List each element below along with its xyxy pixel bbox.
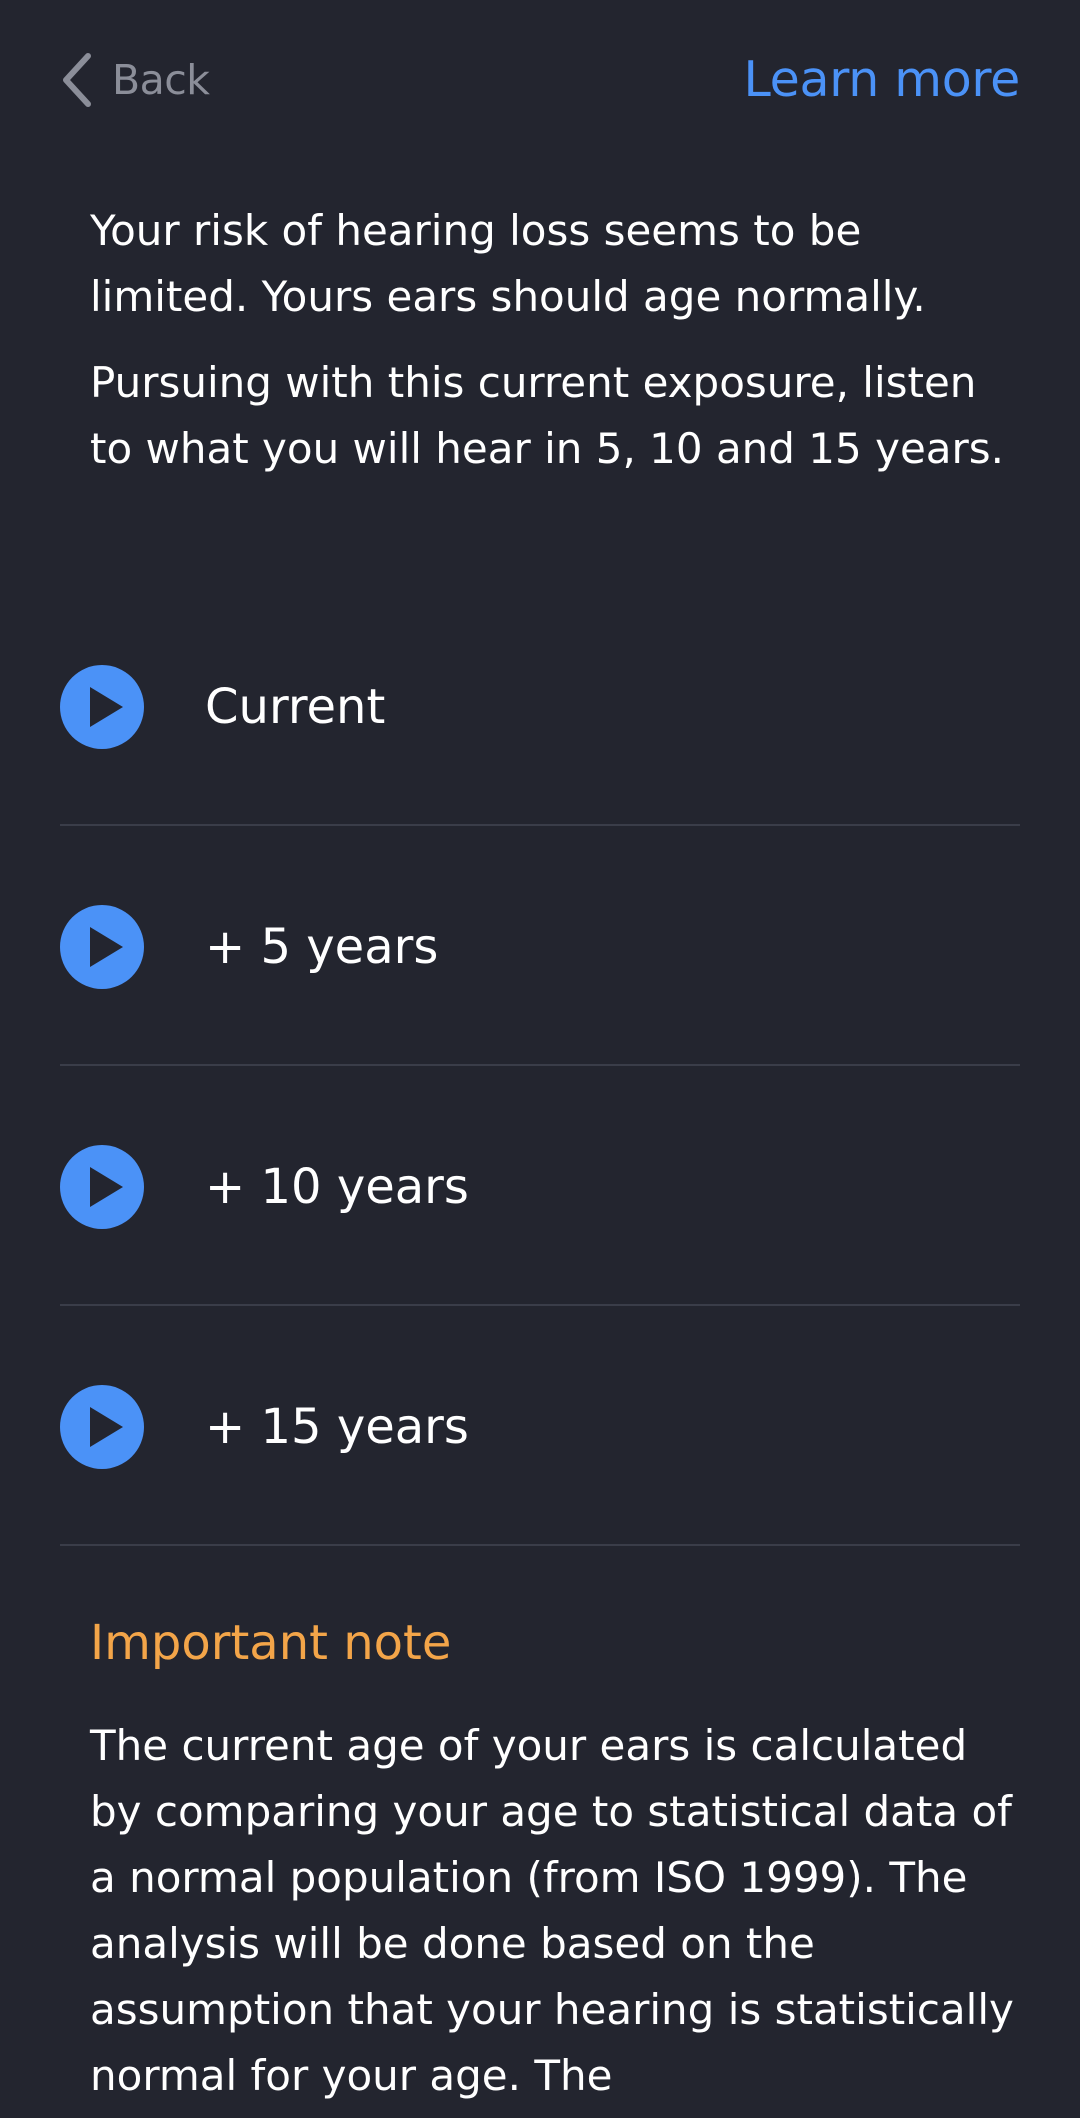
risk-summary-text: Your risk of hearing loss seems to be li… — [90, 206, 926, 321]
top-navigation-bar: Back Learn more — [0, 0, 1080, 160]
hearing-simulation-list: Current + 5 years + 10 years + 15 years — [60, 586, 1020, 1546]
exposure-instruction-text: Pursuing with this current exposure, lis… — [90, 358, 1005, 473]
simulation-label: Current — [205, 679, 386, 735]
chevron-left-icon — [63, 53, 91, 107]
important-note-heading: Important note — [90, 1615, 452, 1671]
simulation-label: + 5 years — [205, 919, 439, 975]
intro-text: Your risk of hearing loss seems to be li… — [90, 198, 1020, 502]
simulation-label: + 15 years — [205, 1399, 469, 1455]
play-icon[interactable] — [60, 1145, 144, 1229]
simulation-row-5-years[interactable]: + 5 years — [60, 826, 1020, 1066]
play-icon[interactable] — [60, 665, 144, 749]
important-note-body: The current age of your ears is calculat… — [90, 1721, 1014, 2100]
learn-more-link[interactable]: Learn more — [744, 48, 1021, 112]
back-button[interactable]: Back — [58, 48, 210, 112]
back-label: Back — [112, 56, 210, 104]
hearing-results-screen: Back Learn more Your risk of hearing los… — [0, 0, 1080, 2118]
simulation-row-current[interactable]: Current — [60, 586, 1020, 826]
simulation-row-10-years[interactable]: + 10 years — [60, 1066, 1020, 1306]
play-icon[interactable] — [60, 905, 144, 989]
simulation-label: + 10 years — [205, 1159, 469, 1215]
play-icon[interactable] — [60, 1385, 144, 1469]
simulation-row-15-years[interactable]: + 15 years — [60, 1306, 1020, 1546]
